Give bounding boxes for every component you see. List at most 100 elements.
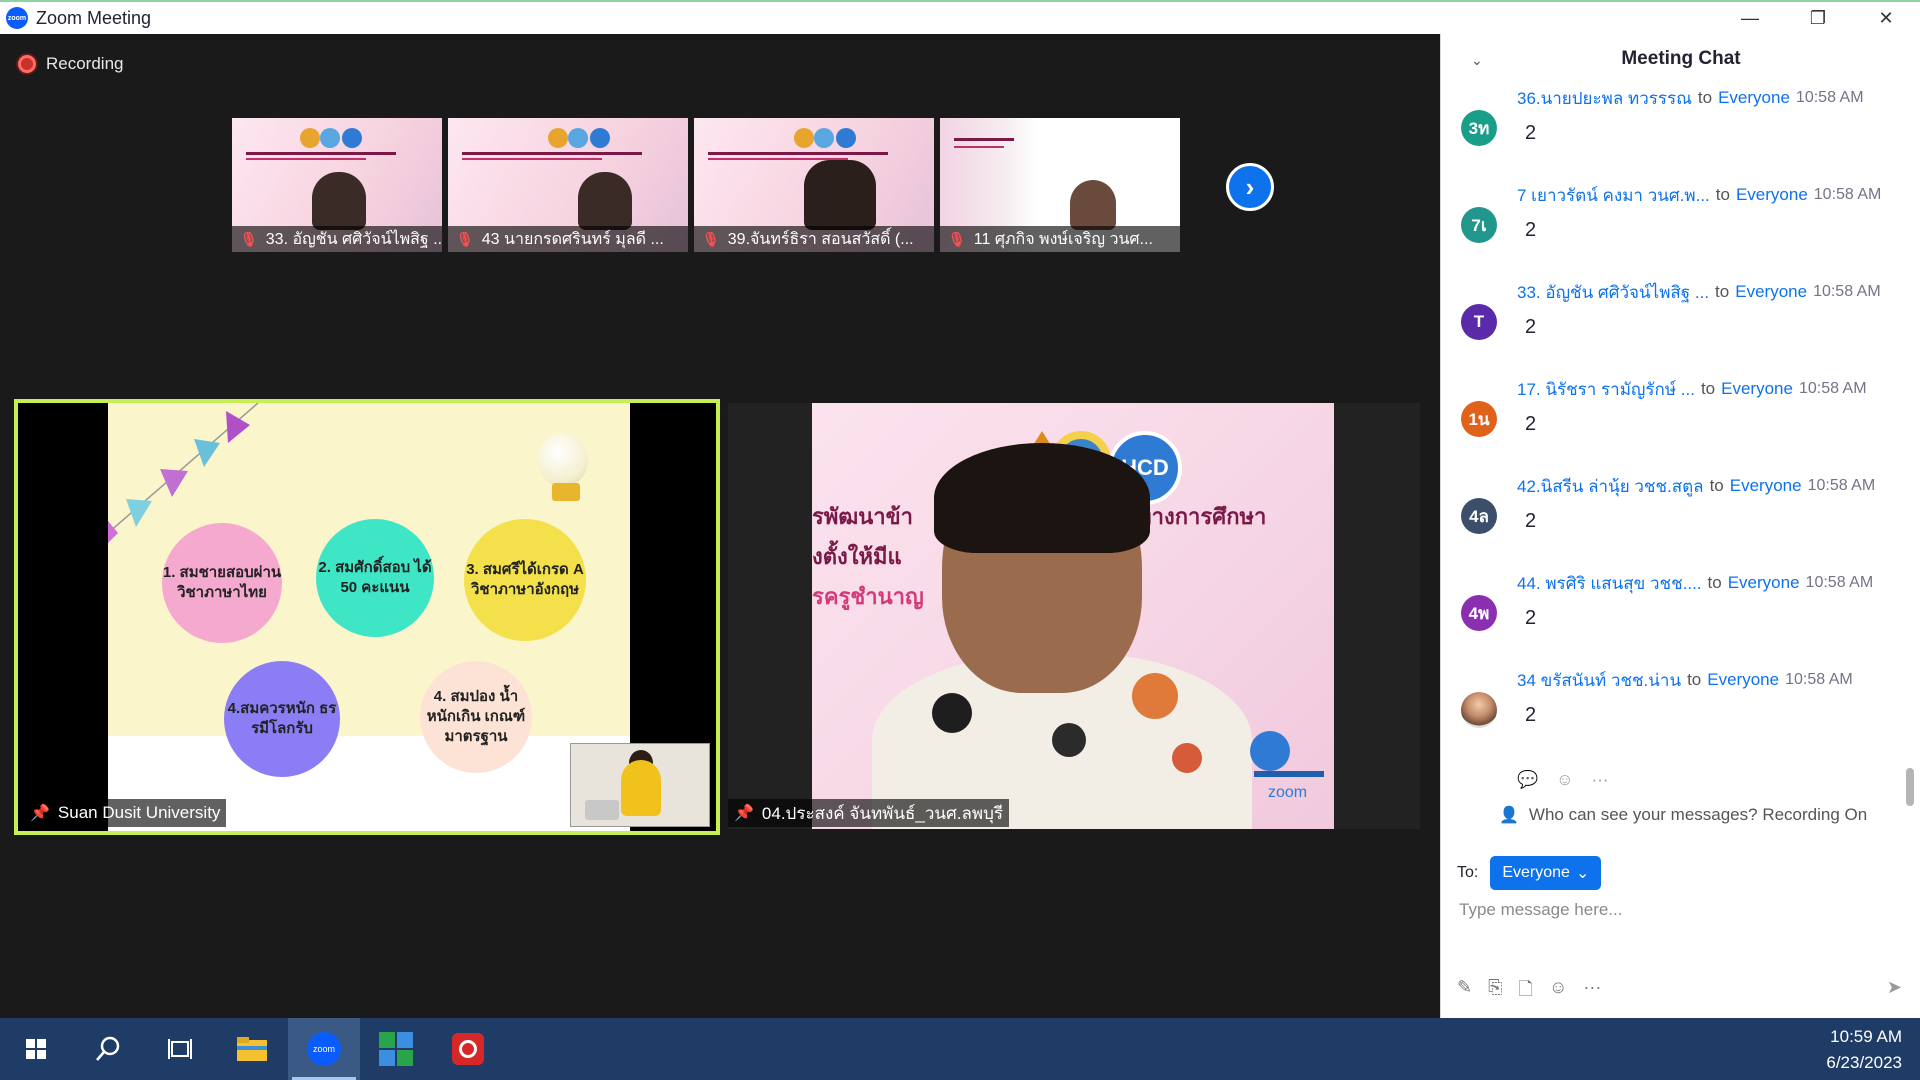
screenshot-icon[interactable]: ⎘ (1488, 977, 1502, 1007)
taskbar: zoom 10:59 AM 6/23/2023 (0, 1018, 1920, 1080)
shirt-pattern (1132, 673, 1178, 719)
message-meta: 7 เยาวรัตน์ คงมา วนศ.พ... to Everyone 10… (1517, 183, 1911, 207)
message-sender[interactable]: 44. พรศิริ แสนสุข วชช.... (1517, 570, 1702, 597)
slide-item: 4.สมควรหนัก ธรรมีโลกรับ (224, 661, 340, 777)
banner-logos (462, 128, 642, 160)
chat-message[interactable]: 36.นายปยะพล ทวรรรณ to Everyone 10:58 AM … (1441, 86, 1911, 183)
title-bar: zoom Zoom Meeting — ❐ ✕ (0, 0, 1920, 34)
message-recipient[interactable]: Everyone (1707, 670, 1779, 690)
zoom-badge-text: zoom (1268, 784, 1307, 801)
chat-scrollbar[interactable] (1906, 768, 1914, 806)
participant-name: 39.จันทร์ธิรา สอนสวัสดิ์ (... (727, 230, 914, 248)
reply-icon[interactable]: 💬 (1517, 770, 1538, 790)
participant-tile[interactable]: 🎙 43 นายกรดศรินทร์ มุลดี ... (448, 118, 688, 252)
message-to: to (1715, 185, 1730, 204)
chat-message[interactable]: 44. พรศิริ แสนสุข วชช.... to Everyone 10… (1441, 571, 1911, 668)
message-sender[interactable]: 33. อัญชัน ศศิวัจน์ไพสิฐ ... (1517, 279, 1709, 306)
participant-hair (934, 443, 1150, 553)
format-text-icon[interactable]: ✎ (1457, 977, 1472, 1007)
message-recipient[interactable]: Everyone (1735, 282, 1807, 302)
message-text: 2 (1525, 122, 1537, 144)
window-controls: — ❐ ✕ (1716, 2, 1920, 34)
participant-tile[interactable]: 🎙 33. อัญชัน ศศิวัจน์ไพสิฐ ... (232, 118, 442, 252)
message-sender[interactable]: 42.นิสรีน ล่านุ้ย วชช.สตูล (1517, 473, 1704, 500)
emoji-reaction-icon[interactable]: ☺ (1556, 770, 1573, 790)
emoji-icon[interactable]: ☺ (1549, 977, 1567, 1007)
message-recipient[interactable]: Everyone (1718, 88, 1790, 108)
message-sender[interactable]: 17. นิรัชรา รามัญรักษ์ ... (1517, 376, 1695, 403)
zoom-icon: zoom (307, 1032, 341, 1066)
avatar: 4ล (1461, 498, 1497, 534)
to-label: To: (1457, 864, 1479, 881)
message-meta: 17. นิรัชรา รามัญรักษ์ ... to Everyone 1… (1517, 377, 1911, 401)
store-icon (379, 1032, 413, 1066)
message-to: to (1715, 282, 1730, 301)
message-sender[interactable]: 36.นายปยะพล ทวรรรณ (1517, 85, 1692, 112)
search-button[interactable] (72, 1018, 144, 1080)
next-page-button[interactable]: › (1226, 163, 1274, 211)
message-sender[interactable]: 7 เยาวรัตน์ คงมา วนศ.พ... (1517, 182, 1710, 209)
close-button[interactable]: ✕ (1852, 2, 1920, 34)
message-recipient[interactable]: Everyone (1736, 185, 1808, 205)
mic-muted-icon: 🎙 (702, 230, 720, 247)
avatar: 1น (1461, 401, 1497, 437)
chat-header: ⌄ Meeting Chat (1441, 34, 1920, 84)
more-options-icon[interactable]: ··· (1583, 977, 1601, 1007)
start-button[interactable] (0, 1018, 72, 1080)
chat-message[interactable]: 42.นิสรีน ล่านุ้ย วชช.สตูล to Everyone 1… (1441, 474, 1911, 571)
task-view-button[interactable] (144, 1018, 216, 1080)
app-taskbar-button[interactable] (360, 1018, 432, 1080)
recorder-taskbar-button[interactable] (432, 1018, 504, 1080)
recipient-dropdown[interactable]: Everyone ⌄ (1490, 856, 1602, 890)
message-sender[interactable]: 34 ขรัสนันท์ วชช.น่าน (1517, 667, 1681, 694)
slide-item: 4. สมปอง น้ำหนักเกิน เกณฑ์มาตรฐาน (420, 661, 532, 773)
recording-indicator[interactable]: Recording (18, 54, 124, 74)
record-app-icon (452, 1033, 484, 1065)
message-time: 10:58 AM (1805, 574, 1874, 591)
message-recipient[interactable]: Everyone (1728, 573, 1800, 593)
file-icon[interactable]: 🗋 (1519, 977, 1533, 1007)
message-time: 10:58 AM (1785, 671, 1853, 688)
banner-logos (246, 128, 396, 160)
restore-button[interactable]: ❐ (1784, 2, 1852, 34)
search-icon (96, 1036, 120, 1061)
message-recipient[interactable]: Everyone (1730, 476, 1802, 496)
send-icon[interactable]: ➤ (1887, 977, 1902, 998)
message-to: to (1697, 88, 1713, 107)
participant-name-bar: 🎙 11 ศุภกิจ พงษ์เจริญ วนศ... (940, 226, 1180, 252)
participant-name-bar: 🎙 33. อัญชัน ศศิวัจน์ไพสิฐ ... (232, 226, 442, 252)
message-text: 2 (1525, 704, 1537, 726)
system-clock[interactable]: 10:59 AM 6/23/2023 (1826, 1024, 1902, 1076)
slide-item: 1. สมชายสอบผ่าน วิชาภาษาไทย (162, 523, 282, 643)
message-actions: 💬 ☺ ··· (1517, 770, 1609, 790)
chat-message[interactable]: 33. อัญชัน ศศิวัจน์ไพสิฐ ... to Everyone… (1441, 280, 1911, 377)
message-recipient[interactable]: Everyone (1721, 379, 1793, 399)
avatar: T (1461, 304, 1497, 340)
zoom-taskbar-button[interactable]: zoom (288, 1018, 360, 1080)
slide-item-text: 4.สมควรหนัก ธรรมีโลกรับ (227, 699, 337, 737)
chat-message[interactable]: 17. นิรัชรา รามัญรักษ์ ... to Everyone 1… (1441, 377, 1911, 474)
task-view-icon (168, 1039, 192, 1059)
message-time: 10:58 AM (1795, 89, 1864, 106)
file-explorer-button[interactable] (216, 1018, 288, 1080)
participant-name: 43 นายกรดศรินทร์ มุลดี ... (481, 230, 664, 248)
slide-item-text: 2. สมศักดิ์สอบ ได้ 50 คะแนน (318, 558, 432, 596)
participant-video-large[interactable]: HCD รพัฒนาข้า กรทางการศึกษา งตั้งให้มีแ … (728, 403, 1420, 829)
participant-tile[interactable]: 🎙 11 ศุภกิจ พงษ์เจริญ วนศ... (940, 118, 1180, 252)
active-speaker-video[interactable]: 1. สมชายสอบผ่าน วิชาภาษาไทย 2. สมศักดิ์ส… (14, 399, 720, 835)
privacy-notice[interactable]: 👤 Who can see your messages? Recording O… (1499, 805, 1867, 825)
message-time: 10:58 AM (1813, 283, 1881, 300)
minimize-button[interactable]: — (1716, 2, 1784, 34)
chat-message[interactable]: 34 ขรัสนันท์ วชช.น่าน to Everyone 10:58 … (1441, 668, 1911, 765)
chevron-down-icon[interactable]: ⌄ (1471, 52, 1483, 69)
participant-video (312, 172, 366, 230)
more-options-icon[interactable]: ··· (1592, 770, 1609, 790)
participant-name: 11 ศุภกิจ พงษ์เจริญ วนศ... (973, 230, 1153, 248)
chat-message[interactable]: 7 เยาวรัตน์ คงมา วนศ.พ... to Everyone 10… (1441, 183, 1911, 280)
laptop-icon (585, 800, 619, 820)
participant-tile[interactable]: 🎙 39.จันทร์ธิรา สอนสวัสดิ์ (... (694, 118, 934, 252)
shirt-pattern (932, 693, 972, 733)
presenter-body (621, 760, 661, 816)
participant-name-bar: 🎙 39.จันทร์ธิรา สอนสวัสดิ์ (... (694, 226, 934, 252)
participant-name-bar: 🎙 43 นายกรดศรินทร์ มุลดี ... (448, 226, 688, 252)
